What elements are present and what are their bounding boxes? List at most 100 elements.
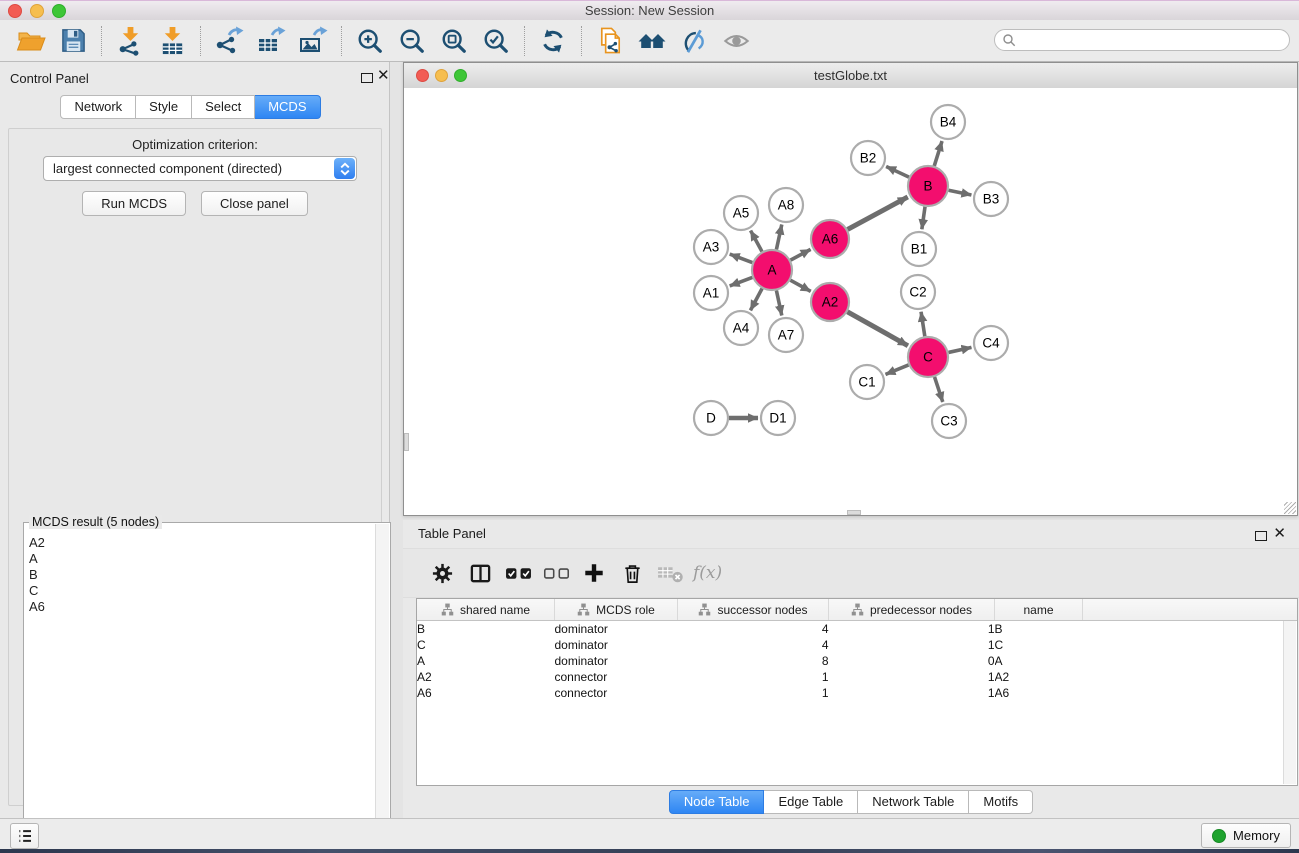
table-cell[interactable]: dominator — [555, 637, 678, 653]
edge-C-C1[interactable] — [886, 365, 909, 374]
node-A3[interactable]: A3 — [694, 230, 728, 264]
float-table-panel-icon[interactable] — [1255, 531, 1267, 541]
close-table-panel-icon[interactable]: ✕ — [1273, 527, 1286, 541]
node-A5[interactable]: A5 — [724, 196, 758, 230]
edge-B-B4[interactable] — [934, 141, 942, 166]
node-C3[interactable]: C3 — [932, 404, 966, 438]
table-row[interactable]: Adominator80A — [417, 653, 1297, 669]
refresh-layout-button[interactable] — [532, 22, 574, 60]
delete-columns-button[interactable] — [613, 555, 651, 591]
table-cell[interactable]: A2 — [417, 669, 555, 685]
edge-B-B2[interactable] — [886, 166, 909, 177]
node-C1[interactable]: C1 — [850, 365, 884, 399]
edge-A-A7[interactable] — [776, 291, 781, 316]
column-header-successor-nodes[interactable]: successor nodes — [678, 599, 829, 621]
table-row[interactable]: Cdominator41C — [417, 637, 1297, 653]
node-A4[interactable]: A4 — [724, 311, 758, 345]
table-cell[interactable]: B — [995, 621, 1083, 638]
table-row[interactable]: A6connector11A6 — [417, 685, 1297, 701]
edge-C-C4[interactable] — [948, 347, 971, 352]
search-input[interactable] — [994, 29, 1290, 51]
tab-select[interactable]: Select — [192, 95, 255, 119]
mcds-result-item[interactable]: A6 — [26, 599, 375, 615]
node-A1[interactable]: A1 — [694, 276, 728, 310]
import-network-button[interactable] — [109, 22, 151, 60]
show-graphics-details-button[interactable] — [715, 22, 757, 60]
edge-A-A5[interactable] — [751, 231, 762, 252]
network-canvas[interactable]: B4B2BB3B1A5A8A6A3AA1A2A4A7C2CC4C1C3DD1 — [404, 88, 1297, 515]
table-cell[interactable]: 8 — [678, 653, 829, 669]
node-D[interactable]: D — [694, 401, 728, 435]
mcds-result-item[interactable]: C — [26, 583, 375, 599]
column-header-predecessor-nodes[interactable]: predecessor nodes — [829, 599, 995, 621]
mcds-result-item[interactable]: A2 — [26, 535, 375, 551]
tab-style[interactable]: Style — [136, 95, 192, 119]
memory-button[interactable]: Memory — [1201, 823, 1291, 848]
hide-annotations-button[interactable] — [673, 22, 715, 60]
function-builder-button[interactable]: f(x) — [689, 555, 722, 591]
node-D1[interactable]: D1 — [761, 401, 795, 435]
node-B2[interactable]: B2 — [851, 141, 885, 175]
network-window-titlebar[interactable]: testGlobe.txt — [404, 63, 1297, 89]
column-header-name[interactable]: name — [995, 599, 1083, 621]
mcds-result-scrollbar[interactable] — [375, 524, 389, 853]
edge-A2-C[interactable] — [847, 312, 908, 346]
edge-C-C3[interactable] — [935, 377, 943, 402]
table-cell[interactable]: 1 — [829, 669, 995, 685]
tab-edge-table[interactable]: Edge Table — [764, 790, 858, 814]
table-cell[interactable]: 1 — [829, 621, 995, 638]
table-cell[interactable]: 4 — [678, 621, 829, 638]
node-A[interactable]: A — [752, 250, 792, 290]
edge-A-A2[interactable] — [790, 280, 810, 291]
node-A6[interactable]: A6 — [811, 220, 849, 258]
edge-B-B1[interactable] — [922, 207, 925, 229]
table-cell[interactable]: 4 — [678, 637, 829, 653]
table-cell[interactable]: A2 — [995, 669, 1083, 685]
tab-network[interactable]: Network — [60, 95, 136, 119]
column-header-shared-name[interactable]: shared name — [417, 599, 555, 621]
save-session-button[interactable] — [52, 22, 94, 60]
export-network-button[interactable] — [208, 22, 250, 60]
table-cell[interactable]: 0 — [829, 653, 995, 669]
edge-A-A1[interactable] — [730, 277, 753, 286]
table-row[interactable]: A2connector11A2 — [417, 669, 1297, 685]
table-cell[interactable]: 1 — [829, 637, 995, 653]
table-cell[interactable]: dominator — [555, 621, 678, 638]
zoom-in-button[interactable] — [349, 22, 391, 60]
export-image-button[interactable] — [292, 22, 334, 60]
import-table-button[interactable] — [151, 22, 193, 60]
mcds-result-item[interactable]: A — [26, 551, 375, 567]
home-view-button[interactable] — [631, 22, 673, 60]
export-table-button[interactable] — [250, 22, 292, 60]
table-cell[interactable]: A — [995, 653, 1083, 669]
zoom-out-button[interactable] — [391, 22, 433, 60]
edge-A6-B[interactable] — [848, 197, 908, 230]
zoom-fit-button[interactable] — [433, 22, 475, 60]
network-graph[interactable]: B4B2BB3B1A5A8A6A3AA1A2A4A7C2CC4C1C3DD1 — [404, 88, 1297, 515]
node-B1[interactable]: B1 — [902, 232, 936, 266]
node-A7[interactable]: A7 — [769, 318, 803, 352]
table-cell[interactable]: dominator — [555, 653, 678, 669]
node-A8[interactable]: A8 — [769, 188, 803, 222]
table-cell[interactable]: C — [417, 637, 555, 653]
table-cell[interactable]: A6 — [995, 685, 1083, 701]
table-cell[interactable]: 1 — [678, 685, 829, 701]
table-cell[interactable]: 1 — [678, 669, 829, 685]
node-B3[interactable]: B3 — [974, 182, 1008, 216]
table-cell[interactable]: connector — [555, 669, 678, 685]
criterion-dropdown[interactable]: largest connected component (directed) — [43, 156, 357, 181]
table-scrollbar[interactable] — [1283, 621, 1296, 784]
table-cell[interactable]: 1 — [829, 685, 995, 701]
tab-motifs[interactable]: Motifs — [969, 790, 1033, 814]
mcds-result-item[interactable]: B — [26, 567, 375, 583]
close-panel-icon[interactable]: ✕ — [377, 69, 390, 83]
table-cell[interactable]: C — [995, 637, 1083, 653]
node-C[interactable]: C — [908, 337, 948, 377]
delete-table-button[interactable] — [651, 555, 689, 591]
edge-A-A3[interactable] — [730, 254, 753, 263]
select-all-rows-button[interactable] — [499, 555, 537, 591]
node-C4[interactable]: C4 — [974, 326, 1008, 360]
edge-A-A8[interactable] — [776, 225, 781, 250]
edge-A-A4[interactable] — [750, 289, 762, 311]
window-resize-grip[interactable] — [1284, 502, 1296, 514]
